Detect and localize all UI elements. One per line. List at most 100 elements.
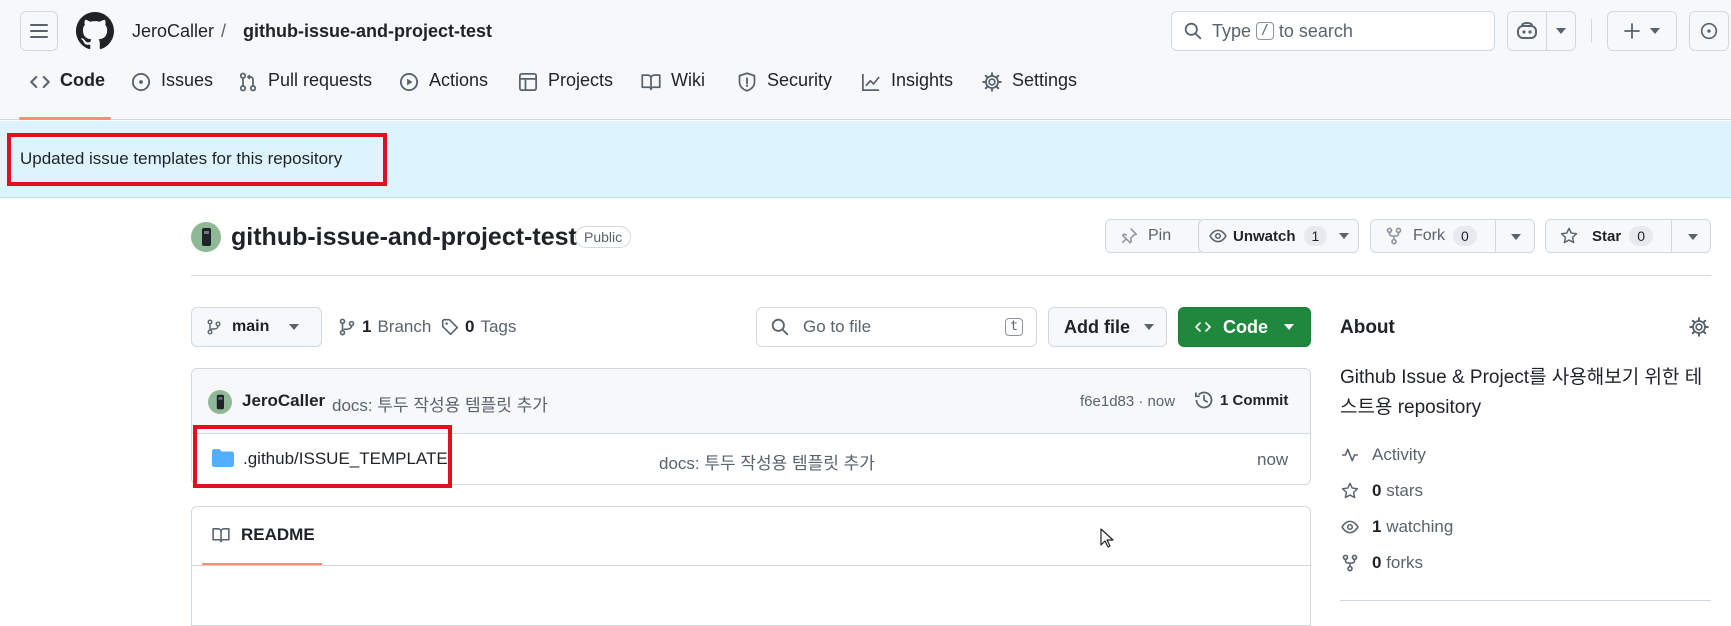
shield-icon: [738, 72, 756, 92]
eye-icon: [1341, 520, 1359, 534]
pin-icon: [1121, 228, 1138, 244]
git-pull-request-icon: [239, 72, 257, 92]
branches-count: 1: [362, 317, 372, 336]
copilot-button[interactable]: [1507, 11, 1547, 51]
highlight-file-name: [193, 425, 452, 488]
code-button[interactable]: Code: [1178, 307, 1311, 347]
avatar-image-icon: [202, 228, 211, 246]
chevron-down-icon: [1688, 234, 1698, 240]
issue-opened-icon: [1700, 22, 1718, 40]
create-new-button[interactable]: [1607, 11, 1677, 51]
tab-wiki[interactable]: Wiki: [641, 70, 705, 114]
branches-link[interactable]: 1 Branch: [338, 317, 431, 337]
issues-shortcut-button[interactable]: [1689, 11, 1729, 51]
activity-link[interactable]: Activity: [1340, 445, 1426, 465]
chevron-down-icon: [1144, 324, 1154, 330]
search-icon: [1184, 22, 1202, 40]
star-split-divider: [1671, 220, 1672, 252]
gear-icon: [982, 72, 1002, 92]
tag-icon: [441, 318, 459, 336]
tags-count: 0: [465, 317, 475, 336]
readme-tab[interactable]: README: [211, 525, 315, 545]
visibility-badge: Public: [575, 226, 632, 248]
tab-label: Insights: [891, 70, 954, 90]
search-suffix: to search: [1278, 20, 1353, 41]
pin-button[interactable]: Pin: [1105, 219, 1204, 253]
pin-label: Pin: [1148, 227, 1172, 244]
commit-author[interactable]: JeroCaller: [242, 391, 325, 411]
file-commit-message[interactable]: docs: 투두 작성용 템플릿 추가: [659, 449, 875, 474]
hamburger-icon: [30, 24, 48, 38]
tab-projects[interactable]: Projects: [518, 70, 613, 114]
forks-link[interactable]: 0 forks: [1340, 553, 1423, 573]
forks-count: 0: [1372, 553, 1382, 572]
watching-link[interactable]: 1 watching: [1340, 517, 1453, 537]
github-logo[interactable]: [76, 12, 114, 50]
tab-label: Projects: [548, 70, 614, 90]
repo-title[interactable]: github-issue-and-project-test: [231, 223, 577, 252]
graph-icon: [862, 73, 880, 91]
fork-label: Fork: [1413, 227, 1445, 244]
add-file-button[interactable]: Add file: [1048, 307, 1167, 347]
star-count: 0: [1629, 226, 1653, 246]
breadcrumb-repo[interactable]: github-issue-and-project-test: [243, 19, 492, 43]
tab-label: Wiki: [671, 70, 705, 90]
search-input[interactable]: Type / to search: [1171, 11, 1495, 51]
stars-link[interactable]: 0 stars: [1340, 481, 1423, 501]
copilot-dropdown-button[interactable]: [1546, 11, 1576, 51]
star-button[interactable]: Star 0: [1545, 219, 1711, 253]
commit-sha-time[interactable]: f6e1d83 · now: [1080, 393, 1175, 410]
github-mark-icon: [76, 12, 114, 50]
branch-select-button[interactable]: main: [191, 307, 322, 347]
about-bottom-divider: [1340, 600, 1711, 601]
unwatch-label: Unwatch: [1233, 227, 1296, 245]
go-to-file-input[interactable]: Go to file t: [756, 307, 1037, 347]
commit-author-avatar[interactable]: [208, 390, 232, 414]
watching-count: 1: [1372, 517, 1382, 536]
chevron-down-icon: [1511, 234, 1521, 240]
tags-link[interactable]: 0 Tags: [441, 317, 516, 337]
search-icon: [771, 318, 789, 336]
avatar-image-icon: [216, 394, 224, 410]
forks-label: forks: [1386, 553, 1424, 572]
about-settings-button[interactable]: [1689, 317, 1709, 337]
menu-button[interactable]: [20, 11, 58, 51]
go-to-file-placeholder: Go to file: [803, 317, 872, 336]
go-to-file-shortcut: t: [1005, 318, 1023, 336]
header-divider: [1591, 19, 1592, 43]
chevron-down-icon: [1339, 233, 1350, 239]
breadcrumb-owner[interactable]: JeroCaller: [132, 19, 214, 43]
tab-label: Code: [60, 70, 105, 90]
watch-count: 1: [1303, 226, 1328, 246]
chevron-down-icon: [289, 324, 300, 330]
tab-security[interactable]: Security: [737, 70, 832, 114]
code-label: Code: [1223, 316, 1268, 337]
code-icon: [1195, 322, 1211, 332]
chevron-down-icon: [1556, 28, 1566, 34]
search-prefix: Type: [1212, 20, 1252, 41]
mouse-cursor-icon: [1100, 528, 1114, 548]
commits-history-link[interactable]: 1 Commit: [1194, 390, 1288, 410]
history-icon: [1195, 391, 1213, 409]
repo-head-divider: [191, 275, 1711, 276]
tab-settings[interactable]: Settings: [982, 70, 1077, 114]
readme-header-divider: [192, 565, 1310, 566]
tab-issues[interactable]: Issues: [131, 70, 213, 114]
tab-code[interactable]: Code: [30, 70, 105, 114]
unwatch-button[interactable]: Unwatch 1: [1198, 219, 1359, 253]
issue-opened-icon: [131, 72, 151, 92]
tab-actions[interactable]: Actions: [399, 70, 488, 114]
tab-label: Security: [767, 70, 833, 90]
star-icon: [1560, 227, 1578, 244]
tab-pull-requests[interactable]: Pull requests: [238, 70, 372, 114]
file-time: now: [1257, 450, 1289, 469]
readme-label: README: [241, 525, 315, 544]
fork-button[interactable]: Fork 0: [1370, 219, 1535, 253]
plus-icon: [1624, 23, 1640, 39]
repo-avatar[interactable]: [191, 222, 221, 252]
tab-insights[interactable]: Insights: [861, 70, 953, 114]
app-header: JeroCaller / github-issue-and-project-te…: [0, 0, 1731, 120]
copilot-icon: [1517, 22, 1537, 39]
tags-label: Tags: [480, 317, 517, 336]
commit-message[interactable]: docs: 투두 작성용 템플릿 추가: [332, 391, 548, 416]
